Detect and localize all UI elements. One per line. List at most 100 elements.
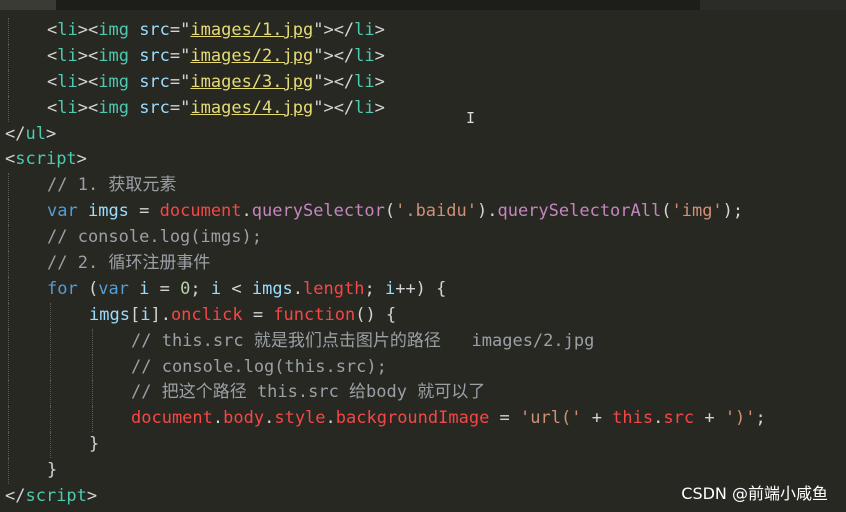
code-token: = bbox=[128, 201, 160, 222]
code-token: img bbox=[98, 45, 129, 66]
code-token: body bbox=[223, 408, 265, 429]
code-token: length bbox=[303, 278, 365, 299]
editor-tab[interactable] bbox=[0, 0, 56, 10]
code-token: . bbox=[212, 408, 224, 429]
code-token: li bbox=[354, 20, 375, 40]
code-token: >< bbox=[77, 45, 99, 66]
code-content: </ul> bbox=[5, 124, 56, 144]
code-content: <li><img src="images/4.jpg"></li> bbox=[5, 98, 385, 118]
code-token: images/4.jpg bbox=[190, 97, 314, 118]
code-token: 'url(' bbox=[520, 408, 582, 429]
code-token: // this.src 就是我们点击图片的路径 images/2.jpg bbox=[131, 330, 595, 351]
code-token: ( bbox=[384, 201, 396, 222]
code-token: ); bbox=[722, 201, 744, 222]
indent-guide bbox=[8, 328, 9, 355]
text-cursor-icon: I bbox=[466, 109, 476, 127]
code-token: li bbox=[57, 20, 78, 40]
indent-guide bbox=[8, 69, 9, 96]
indent-guide bbox=[50, 432, 51, 459]
code-content: <li><img src="images/1.jpg"></li> bbox=[5, 20, 385, 40]
code-token: var bbox=[98, 278, 129, 299]
code-token: = bbox=[242, 304, 274, 325]
code-token: = bbox=[489, 408, 521, 429]
code-token: i bbox=[384, 278, 396, 299]
code-token: = bbox=[149, 278, 181, 299]
code-line: </ul> bbox=[0, 122, 846, 148]
code-content: <li><img src="images/2.jpg"></li> bbox=[5, 46, 385, 66]
code-token: > bbox=[374, 20, 385, 40]
code-content: // console.log(this.src); bbox=[5, 357, 387, 377]
code-token: > bbox=[86, 486, 98, 507]
code-token: imgs bbox=[87, 201, 129, 222]
code-content: document.body.style.backgroundImage = 'u… bbox=[5, 408, 766, 428]
code-token: src bbox=[139, 20, 170, 40]
code-token: imgs bbox=[89, 304, 130, 325]
code-token: ul bbox=[25, 123, 46, 144]
code-line: for (var i = 0; i < imgs.length; i++) { bbox=[0, 276, 846, 303]
code-token: < bbox=[47, 71, 58, 92]
code-line: <li><img src="images/4.jpg"></li> bbox=[0, 95, 846, 122]
code-content: } bbox=[5, 460, 57, 480]
code-line: <li><img src="images/3.jpg"></li> bbox=[0, 69, 846, 96]
code-content: var imgs = document.querySelector('.baid… bbox=[5, 201, 743, 221]
indent-guide bbox=[50, 354, 51, 381]
indent-guide bbox=[8, 380, 9, 407]
code-token: ; bbox=[190, 278, 211, 299]
code-token: } bbox=[89, 434, 100, 455]
code-token: ). bbox=[476, 201, 498, 222]
indent-guide bbox=[8, 251, 9, 277]
code-token: var bbox=[47, 201, 78, 222]
code-token: imgs bbox=[251, 278, 293, 299]
code-token: src bbox=[139, 45, 170, 66]
code-token: src bbox=[139, 71, 170, 92]
code-token: querySelectorAll bbox=[497, 201, 662, 222]
code-token: ++) { bbox=[395, 278, 447, 299]
indent-guide bbox=[8, 432, 9, 459]
code-token: < bbox=[5, 149, 16, 170]
code-line: // 1. 获取元素 bbox=[0, 173, 846, 200]
code-token: > bbox=[45, 123, 57, 144]
code-token: querySelector bbox=[251, 201, 385, 222]
indent-guide bbox=[50, 380, 51, 407]
code-line: var imgs = document.querySelector('.baid… bbox=[0, 199, 846, 226]
code-editor[interactable]: <li><img src="images/1.jpg"></li> <li><im… bbox=[0, 18, 846, 510]
code-token: li bbox=[57, 45, 78, 66]
code-token: li bbox=[57, 71, 78, 92]
code-content: imgs[i].onclick = function() { bbox=[5, 305, 396, 325]
code-token: >< bbox=[77, 71, 99, 92]
indent-guide bbox=[50, 406, 51, 433]
code-token: '.baidu' bbox=[395, 201, 477, 222]
indent-guide bbox=[92, 354, 93, 381]
code-token: . bbox=[653, 408, 664, 429]
code-token: () { bbox=[355, 304, 397, 325]
code-token: script bbox=[15, 149, 77, 170]
code-content: for (var i = 0; i < imgs.length; i++) { bbox=[5, 279, 446, 299]
code-line: imgs[i].onclick = function() { bbox=[0, 302, 846, 329]
watermark: CSDN @前端小咸鱼 bbox=[681, 484, 828, 503]
code-token: ( bbox=[77, 278, 99, 299]
code-token: img bbox=[98, 71, 129, 92]
code-token: li bbox=[354, 71, 375, 92]
indent-guide bbox=[8, 95, 9, 122]
code-content: // 把这个路径 this.src 给body 就可以了 bbox=[5, 382, 485, 402]
code-token: > bbox=[374, 71, 385, 92]
code-token: > bbox=[76, 149, 87, 170]
code-token: ; bbox=[364, 278, 385, 299]
code-token: backgroundImage bbox=[335, 408, 490, 429]
code-token: // console.log(imgs); bbox=[47, 227, 262, 248]
code-content: // 1. 获取元素 bbox=[5, 175, 176, 195]
indent-guide bbox=[50, 302, 51, 329]
code-token: } bbox=[47, 460, 58, 481]
code-token: </ bbox=[5, 123, 26, 144]
code-line: <li><img src="images/1.jpg"></li> bbox=[0, 18, 846, 44]
code-token: // 2. 循环注册事件 bbox=[47, 253, 211, 274]
code-token: "></ bbox=[313, 71, 355, 92]
code-token: script bbox=[25, 486, 87, 507]
code-token: i bbox=[140, 304, 151, 325]
code-token: . bbox=[241, 201, 252, 222]
code-token: // 把这个路径 this.src 给body 就可以了 bbox=[131, 382, 486, 403]
code-token: =" bbox=[169, 97, 191, 118]
